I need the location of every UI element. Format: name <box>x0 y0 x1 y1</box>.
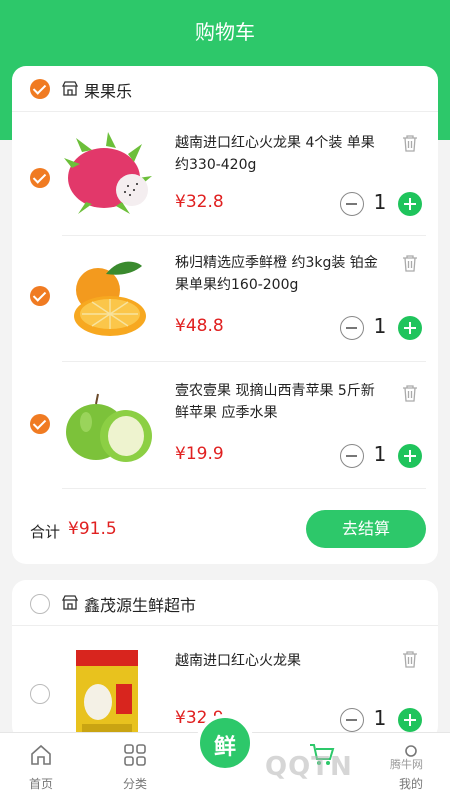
increase-button[interactable] <box>398 708 422 732</box>
item-price: ¥19.9 <box>175 444 224 464</box>
decrease-button[interactable] <box>340 444 364 468</box>
tab-home[interactable]: 首页 <box>6 733 76 800</box>
store-icon <box>62 81 78 96</box>
tab-label-home: 首页 <box>28 777 53 791</box>
dragon-fruit-image[interactable] <box>62 128 154 220</box>
item-checkbox[interactable] <box>30 414 50 434</box>
trash-icon[interactable] <box>402 384 418 402</box>
item-title[interactable]: 壹农壹果 现摘山西青苹果 5斤新鲜苹果 应季水果 <box>175 380 385 424</box>
watermark-sub: 腾牛网 <box>390 758 423 771</box>
cart-item: 秭归精选应季鲜橙 约3kg装 铂金果单果约160-200g ¥48.8 1 <box>12 236 438 362</box>
trash-icon[interactable] <box>402 134 418 152</box>
cart-item: 壹农壹果 现摘山西青苹果 5斤新鲜苹果 应季水果 ¥19.9 1 <box>12 362 438 489</box>
item-checkbox[interactable] <box>30 286 50 306</box>
item-quantity: 1 <box>373 706 387 730</box>
item-quantity: 1 <box>373 190 387 214</box>
grid-icon <box>124 744 146 766</box>
total-value: ¥91.5 <box>68 519 117 539</box>
divider <box>62 488 426 489</box>
tab-label-category: 分类 <box>122 777 147 791</box>
center-button-label: 鲜 <box>213 735 236 760</box>
increase-button[interactable] <box>398 192 422 216</box>
decrease-button[interactable] <box>340 192 364 216</box>
item-title[interactable]: 越南进口红心火龙果 4个装 单果约330-420g <box>175 132 385 176</box>
store-header: 鑫茂源生鲜超市 <box>12 580 438 626</box>
tab-category[interactable]: 分类 <box>100 733 170 800</box>
item-checkbox[interactable] <box>30 684 50 704</box>
store-checkbox[interactable] <box>30 79 50 99</box>
orange-image[interactable] <box>62 252 154 344</box>
green-apple-image[interactable] <box>62 382 154 474</box>
store-checkbox[interactable] <box>30 594 50 614</box>
increase-button[interactable] <box>398 316 422 340</box>
item-quantity: 1 <box>373 314 387 338</box>
item-checkbox[interactable] <box>30 168 50 188</box>
rice-bag-image[interactable] <box>72 644 142 740</box>
checkout-button[interactable]: 去结算 <box>306 510 426 548</box>
trash-icon[interactable] <box>402 254 418 272</box>
item-title[interactable]: 越南进口红心火龙果 <box>175 650 385 672</box>
home-icon <box>31 744 51 765</box>
store-card-guoguole: 果果乐 越南进口红心火龙果 4个装 单果约330-420g ¥32.8 1 秭归… <box>12 66 438 564</box>
store-header: 果果乐 <box>12 66 438 112</box>
store-name[interactable]: 果果乐 <box>84 78 132 102</box>
center-fresh-button[interactable]: 鲜 <box>196 714 254 772</box>
tab-label-mine: 我的 <box>398 777 423 791</box>
watermark-logo: QQTN <box>265 752 353 782</box>
item-price: ¥32.8 <box>175 192 224 212</box>
decrease-button[interactable] <box>340 708 364 732</box>
cart-item: 越南进口红心火龙果 4个装 单果约330-420g ¥32.8 1 <box>12 112 438 236</box>
decrease-button[interactable] <box>340 316 364 340</box>
trash-icon[interactable] <box>402 650 418 668</box>
store-name[interactable]: 鑫茂源生鲜超市 <box>84 592 196 616</box>
store-icon <box>62 595 78 610</box>
increase-button[interactable] <box>398 444 422 468</box>
item-title[interactable]: 秭归精选应季鲜橙 约3kg装 铂金果单果约160-200g <box>175 252 385 296</box>
page-title: 购物车 <box>195 20 255 44</box>
total-label: 合计 <box>30 523 61 541</box>
item-price: ¥48.8 <box>175 316 224 336</box>
item-quantity: 1 <box>373 442 387 466</box>
